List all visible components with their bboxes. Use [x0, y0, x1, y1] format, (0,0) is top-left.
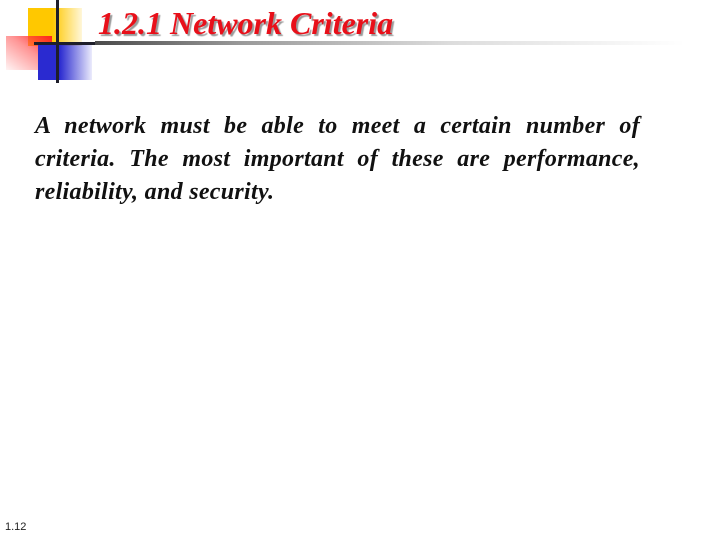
logo-horizontal-line: [34, 42, 104, 45]
title-underline: [95, 41, 685, 45]
slide-number: 1.12: [5, 521, 27, 533]
slide-logo: [0, 0, 110, 90]
slide-title: 1.2.1 Network Criteria: [98, 5, 394, 41]
logo-blue-square: [38, 45, 92, 80]
slide-body-text: A network must be able to meet a certain…: [35, 113, 640, 205]
